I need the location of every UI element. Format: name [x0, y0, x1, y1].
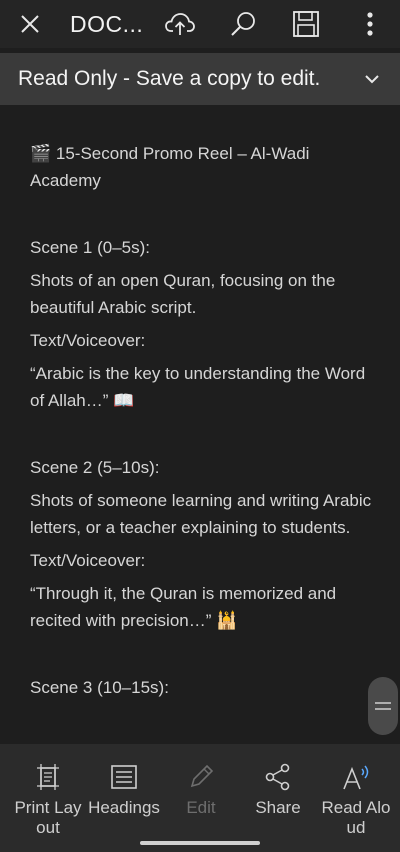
home-indicator[interactable] [140, 841, 260, 845]
read-aloud-label: Read Aloud [321, 798, 391, 837]
headings-icon [86, 762, 162, 792]
document-body[interactable]: 🎬 15-Second Promo Reel – Al-Wadi Academy… [30, 140, 375, 701]
print-layout-label: Print Layout [14, 798, 82, 837]
cloud-upload-icon[interactable] [162, 6, 198, 42]
edit-label: Edit [186, 798, 216, 817]
scene1-title: Scene 1 (0–5s): [30, 238, 151, 257]
top-toolbar: DOC...C [0, 0, 400, 48]
scene1-description: Shots of an open Quran, focusing on the … [30, 271, 336, 317]
banner-text: Read Only - Save a copy to edit. [18, 67, 321, 90]
chevron-down-icon[interactable] [362, 69, 382, 89]
read-aloud-icon [318, 762, 394, 792]
more-vertical-icon[interactable] [352, 6, 388, 42]
scene2-voiceover: “Through it, the Quran is memorized and … [30, 584, 337, 630]
headings-button[interactable]: Headings [86, 762, 162, 818]
save-icon[interactable] [288, 6, 324, 42]
scene3-title: Scene 3 (10–15s): [30, 678, 169, 697]
pencil-icon [163, 762, 239, 792]
read-only-banner[interactable]: Read Only - Save a copy to edit. [0, 53, 400, 105]
scene2-title: Scene 2 (5–10s): [30, 458, 160, 477]
document-title[interactable]: DOC...C [70, 6, 144, 42]
scene1-voiceover-label: Text/Voiceover: [30, 331, 146, 350]
close-icon[interactable] [12, 6, 48, 42]
share-icon [240, 762, 316, 792]
headings-label: Headings [88, 798, 160, 817]
bottom-toolbar: Print Layout Headings Edit Share Read Al… [0, 744, 400, 852]
print-layout-icon [10, 762, 86, 792]
read-aloud-button[interactable]: Read Aloud [318, 762, 394, 838]
scroll-handle[interactable] [368, 677, 398, 735]
share-button[interactable]: Share [240, 762, 316, 818]
document-heading-line2: Academy [30, 171, 101, 190]
search-icon[interactable] [225, 6, 261, 42]
scene1-voiceover: “Arabic is the key to understanding the … [30, 364, 366, 410]
scene2-voiceover-label: Text/Voiceover: [30, 551, 146, 570]
print-layout-button[interactable]: Print Layout [10, 762, 86, 838]
document-heading-line1: 🎬 15-Second Promo Reel – Al-Wadi [30, 144, 310, 163]
edit-button[interactable]: Edit [163, 762, 239, 818]
share-label: Share [255, 798, 301, 817]
scene2-description: Shots of someone learning and writing Ar… [30, 491, 372, 537]
